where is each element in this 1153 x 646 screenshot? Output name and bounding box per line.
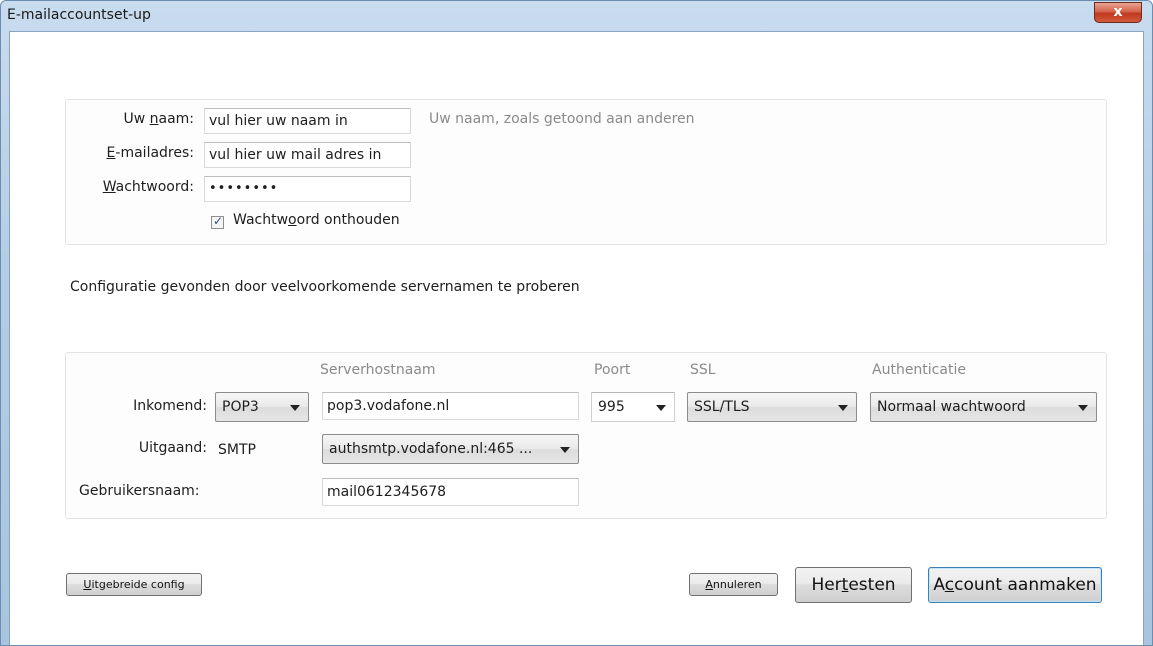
dialog-client-area: Uw naam: vul hier uw naam in Uw naam, zo…: [9, 31, 1144, 645]
remember-password-label[interactable]: Wachtwoord onthouden: [233, 212, 400, 228]
auth-header: Authenticatie: [872, 362, 966, 378]
incoming-hostname-input[interactable]: pop3.vodafone.nl: [322, 392, 579, 420]
remember-password-checkbox[interactable]: ✓: [211, 214, 224, 229]
close-icon: x: [1113, 4, 1123, 20]
identity-group: Uw naam: vul hier uw naam in Uw naam, zo…: [65, 99, 1107, 245]
title-bar: E-mailaccountset-up x: [1, 1, 1152, 31]
name-hint: Uw naam, zoals getoond aan anderen: [429, 111, 695, 127]
window-title: E-mailaccountset-up: [7, 7, 151, 23]
advanced-config-button[interactable]: Uitgebreide config: [66, 573, 202, 596]
server-settings-group: Serverhostnaam Poort SSL Authenticatie I…: [65, 352, 1107, 519]
email-label: E-mailadres:: [106, 145, 194, 161]
checkmark-icon: ✓: [212, 214, 224, 228]
create-account-button[interactable]: Account aanmaken: [928, 567, 1102, 603]
email-input[interactable]: vul hier uw mail adres in: [204, 142, 411, 168]
status-message: Configuratie gevonden door veelvoorkomen…: [70, 279, 580, 295]
incoming-auth-value: Normaal wachtwoord: [877, 399, 1026, 415]
incoming-auth-select[interactable]: Normaal wachtwoord: [870, 392, 1097, 422]
ssl-header: SSL: [690, 362, 716, 378]
incoming-ssl-value: SSL/TLS: [694, 399, 750, 415]
password-input[interactable]: ••••••••: [204, 176, 411, 202]
username-input[interactable]: mail0612345678: [322, 478, 579, 506]
name-input[interactable]: vul hier uw naam in: [204, 108, 411, 134]
incoming-ssl-select[interactable]: SSL/TLS: [687, 392, 857, 422]
port-header: Poort: [594, 362, 631, 378]
outgoing-server-value: authsmtp.vodafone.nl:465 ...: [329, 441, 533, 457]
incoming-port-value: 995: [598, 399, 625, 415]
chevron-down-icon: [656, 405, 666, 411]
email-account-setup-window: E-mailaccountset-up x Uw naam: vul hier …: [0, 0, 1153, 646]
chevron-down-icon: [560, 447, 570, 453]
cancel-button[interactable]: Annuleren: [689, 573, 778, 596]
hostname-header: Serverhostnaam: [320, 362, 436, 378]
incoming-label: Inkomend:: [133, 398, 207, 414]
chevron-down-icon: [1078, 405, 1088, 411]
outgoing-protocol: SMTP: [218, 442, 256, 458]
outgoing-label: Uitgaand:: [138, 440, 207, 456]
chevron-down-icon: [290, 405, 300, 411]
name-label: Uw naam:: [123, 111, 194, 127]
chevron-down-icon: [838, 405, 848, 411]
incoming-protocol-select[interactable]: POP3: [215, 392, 309, 422]
outgoing-server-select[interactable]: authsmtp.vodafone.nl:465 ...: [322, 434, 579, 464]
username-label: Gebruikersnaam:: [79, 483, 200, 499]
incoming-protocol-value: POP3: [222, 399, 259, 415]
close-button[interactable]: x: [1094, 2, 1142, 23]
incoming-port-select[interactable]: 995: [591, 392, 675, 422]
retest-button[interactable]: Hertesten: [795, 567, 912, 603]
password-label: Wachtwoord:: [102, 179, 194, 195]
